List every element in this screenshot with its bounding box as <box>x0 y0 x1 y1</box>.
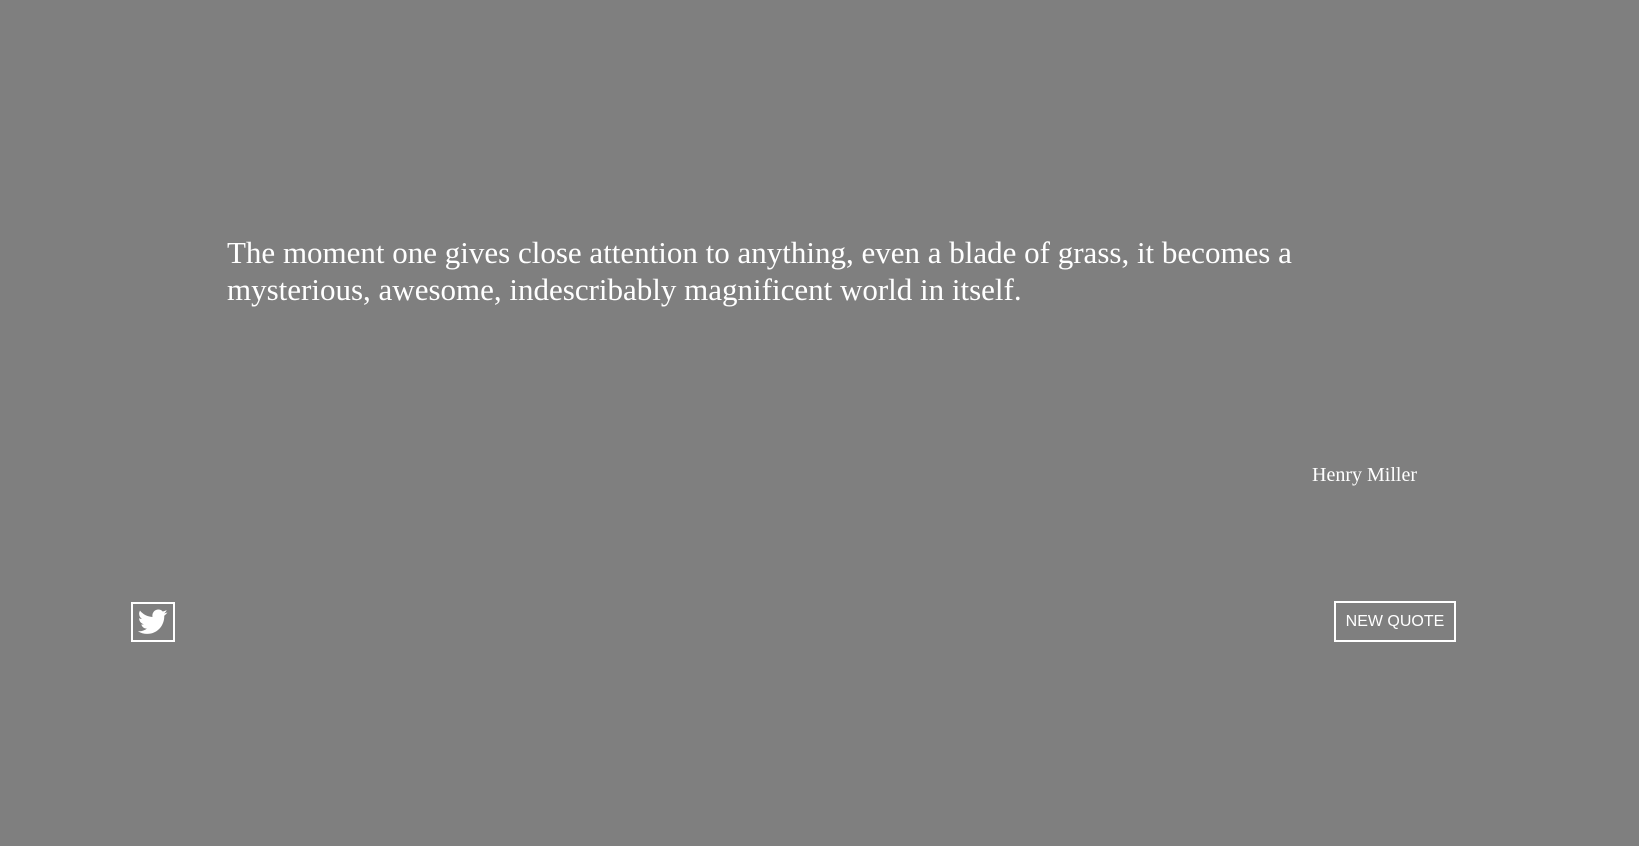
tweet-quote-button[interactable] <box>131 602 175 642</box>
new-quote-button[interactable]: NEW QUOTE <box>1334 601 1456 642</box>
quote-text: The moment one gives close attention to … <box>227 235 1292 307</box>
twitter-icon <box>138 609 168 634</box>
quote-author: Henry Miller <box>1312 464 1417 486</box>
